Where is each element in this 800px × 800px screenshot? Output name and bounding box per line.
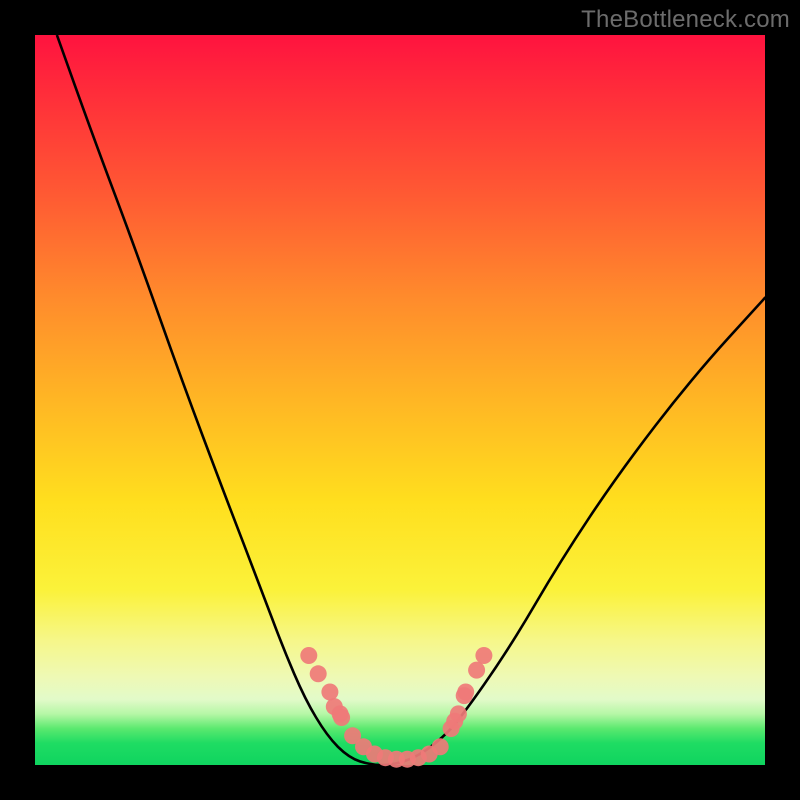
marker-point — [321, 684, 338, 701]
marker-point — [310, 665, 327, 682]
bottleneck-curve — [57, 35, 765, 765]
watermark-text: TheBottleneck.com — [581, 6, 790, 34]
marker-point — [450, 705, 467, 722]
markers-group — [300, 647, 492, 768]
marker-point — [468, 662, 485, 679]
curve-layer — [35, 35, 765, 765]
plot-area — [35, 35, 765, 765]
marker-point — [333, 709, 350, 726]
marker-point — [300, 647, 317, 664]
marker-point — [457, 684, 474, 701]
marker-point — [432, 738, 449, 755]
marker-point — [475, 647, 492, 664]
chart-stage: TheBottleneck.com — [0, 0, 800, 800]
